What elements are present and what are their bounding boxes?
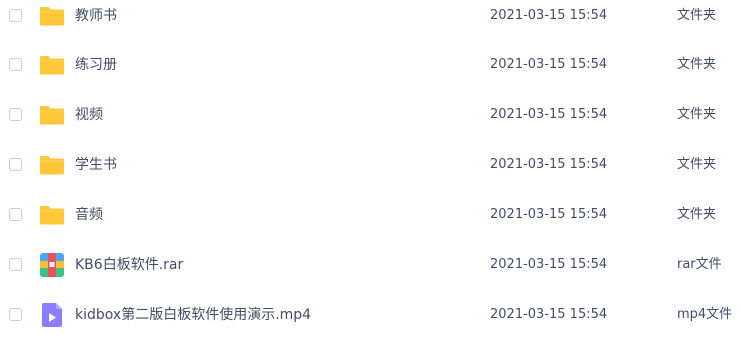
file-type: 文件夹 bbox=[677, 8, 717, 23]
modified-date: 2021-03-15 15:54 bbox=[490, 307, 608, 322]
row-checkbox[interactable] bbox=[9, 158, 22, 171]
file-list: 教师书 2021-03-15 15:54 文件夹 练习册 2021-03-15 … bbox=[0, 0, 741, 333]
file-type: rar文件 bbox=[677, 257, 722, 272]
folder-icon bbox=[39, 152, 65, 178]
list-item[interactable]: 练习册 2021-03-15 15:54 文件夹 bbox=[0, 40, 741, 90]
modified-date: 2021-03-15 15:54 bbox=[490, 107, 608, 122]
file-name[interactable]: kidbox第二版白板软件使用演示.mp4 bbox=[75, 304, 311, 326]
folder-icon bbox=[39, 102, 65, 128]
modified-date: 2021-03-15 15:54 bbox=[490, 207, 608, 222]
file-name[interactable]: 学生书 bbox=[75, 154, 117, 176]
row-checkbox[interactable] bbox=[9, 58, 22, 71]
video-file-icon bbox=[39, 302, 65, 328]
file-type: 文件夹 bbox=[677, 107, 717, 122]
list-item[interactable]: 音频 2021-03-15 15:54 文件夹 bbox=[0, 190, 741, 240]
file-type: 文件夹 bbox=[677, 207, 717, 222]
list-item[interactable]: 教师书 2021-03-15 15:54 文件夹 bbox=[0, 0, 741, 41]
list-item[interactable]: 学生书 2021-03-15 15:54 文件夹 bbox=[0, 140, 741, 190]
row-checkbox[interactable] bbox=[9, 308, 22, 321]
folder-icon bbox=[39, 3, 65, 29]
row-checkbox[interactable] bbox=[9, 208, 22, 221]
file-type: 文件夹 bbox=[677, 157, 717, 172]
file-type: 文件夹 bbox=[677, 57, 717, 72]
folder-icon bbox=[39, 202, 65, 228]
list-item[interactable]: 视频 2021-03-15 15:54 文件夹 bbox=[0, 90, 741, 140]
folder-icon bbox=[39, 52, 65, 78]
rar-archive-icon bbox=[39, 252, 65, 278]
modified-date: 2021-03-15 15:54 bbox=[490, 57, 608, 72]
file-name[interactable]: 教师书 bbox=[75, 5, 117, 27]
modified-date: 2021-03-15 15:54 bbox=[490, 157, 608, 172]
file-name[interactable]: KB6白板软件.rar bbox=[75, 254, 183, 276]
file-name[interactable]: 音频 bbox=[75, 204, 103, 226]
modified-date: 2021-03-15 15:54 bbox=[490, 8, 608, 23]
row-checkbox[interactable] bbox=[9, 9, 22, 22]
modified-date: 2021-03-15 15:54 bbox=[490, 257, 608, 272]
list-item[interactable]: KB6白板软件.rar 2021-03-15 15:54 rar文件 bbox=[0, 240, 741, 290]
file-name[interactable]: 练习册 bbox=[75, 54, 117, 76]
file-type: mp4文件 bbox=[677, 307, 733, 322]
row-checkbox[interactable] bbox=[9, 108, 22, 121]
file-name[interactable]: 视频 bbox=[75, 104, 103, 126]
row-checkbox[interactable] bbox=[9, 258, 22, 271]
